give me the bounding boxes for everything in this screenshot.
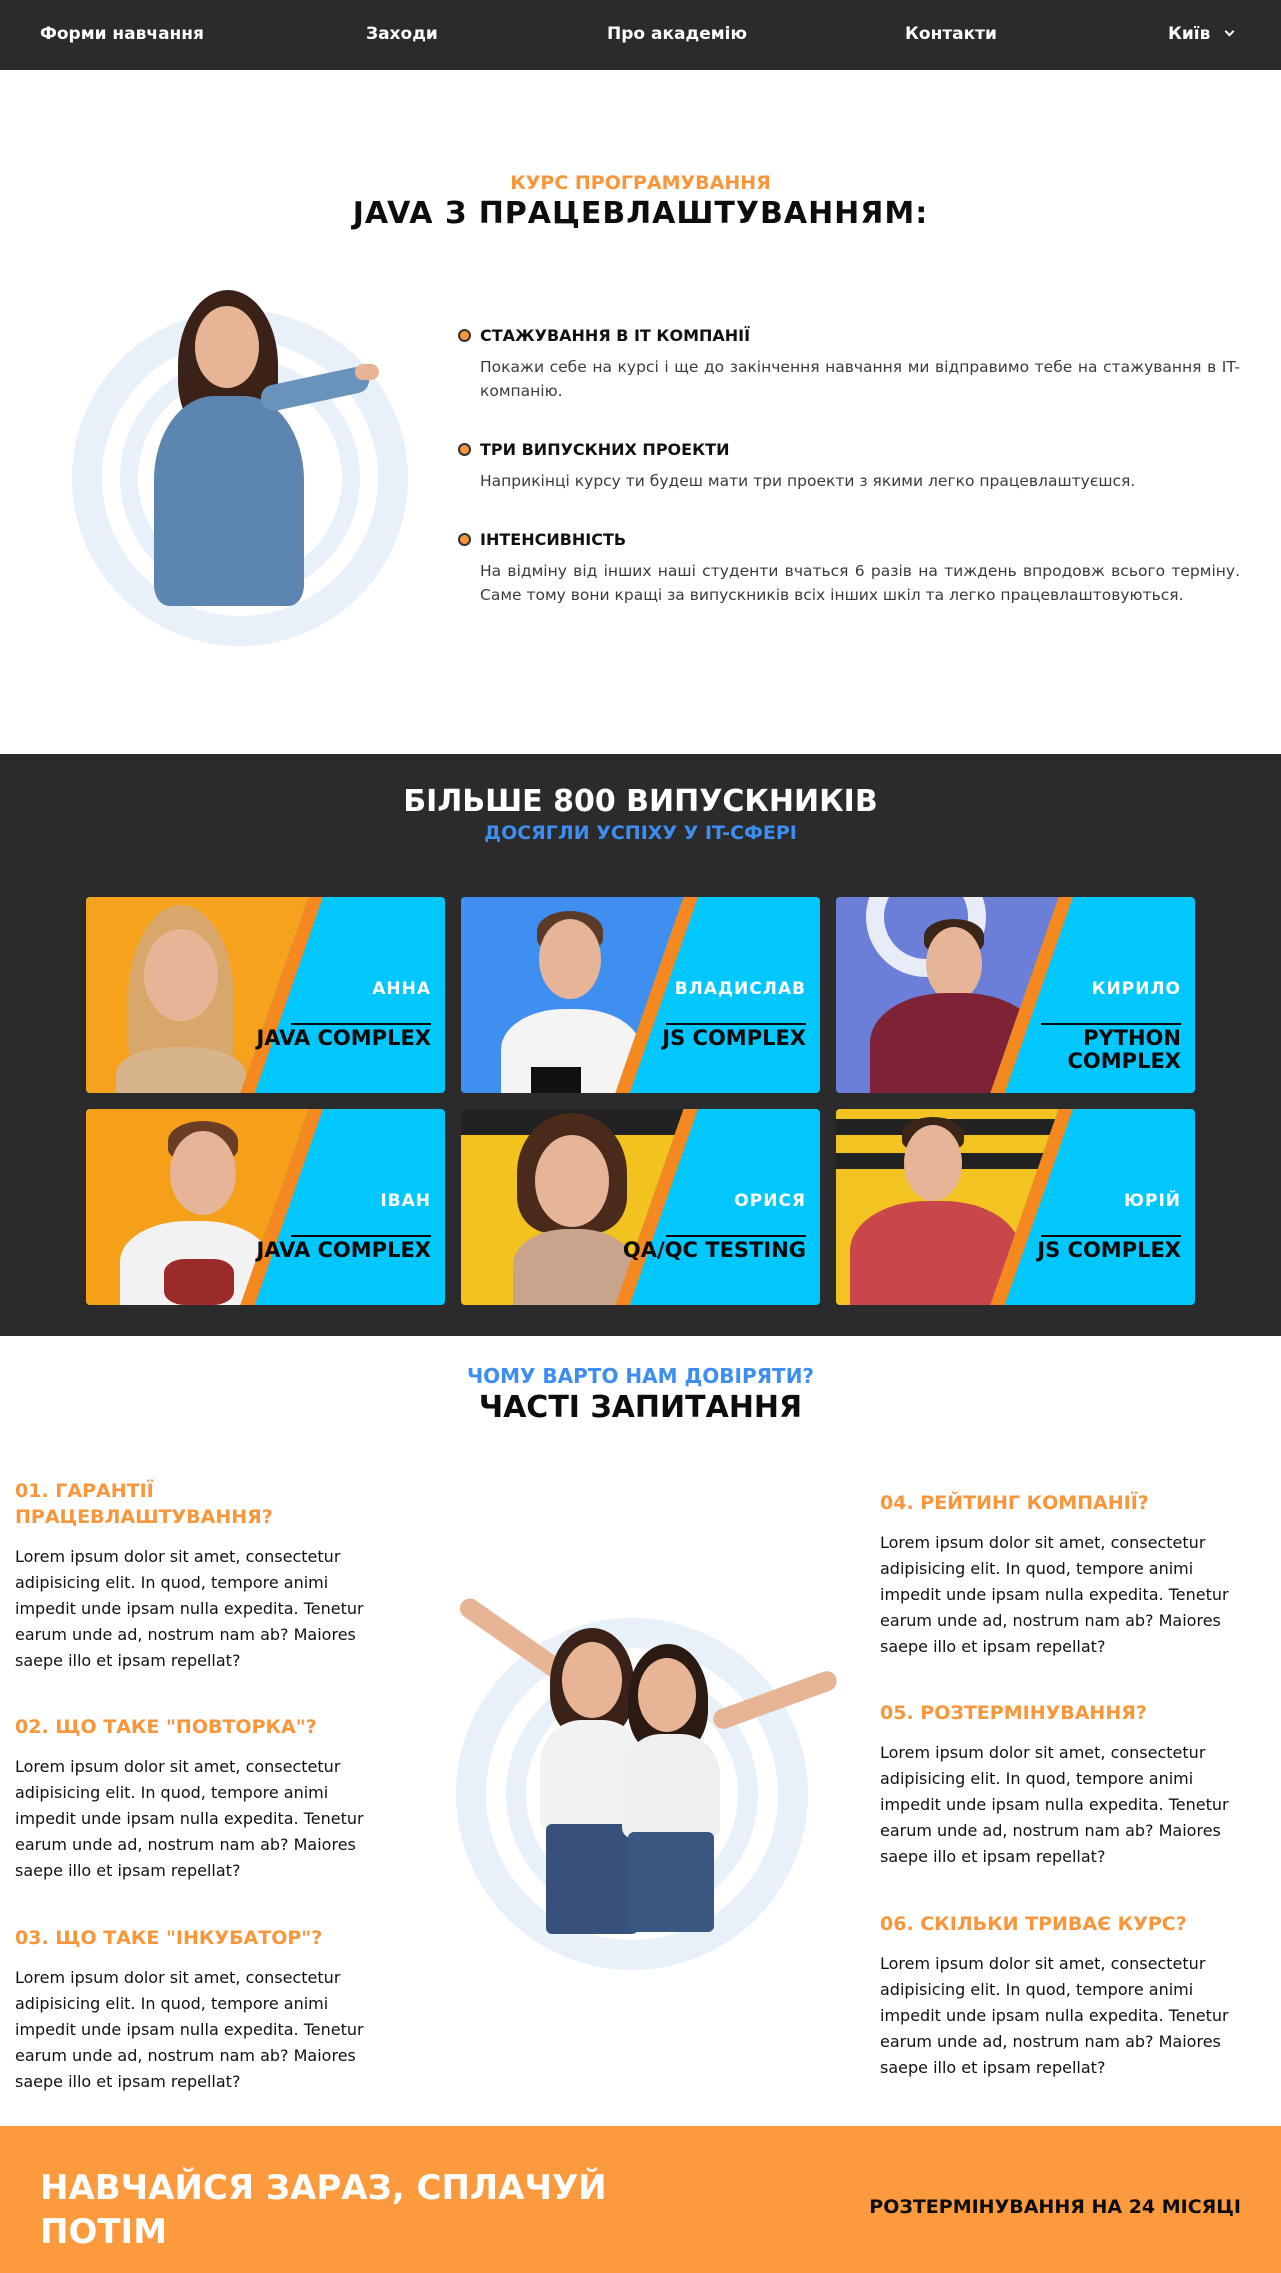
faq-question: 02. ЩО ТАКЕ "ПОВТОРКА"? [15, 1716, 317, 1738]
graduate-name: ОРИСЯ [734, 1191, 806, 1211]
feature-title: ТРИ ВИПУСКНИХ ПРОЕКТИ [480, 440, 730, 459]
city-label: Київ [1168, 24, 1211, 44]
faq-title: ЧАСТІ ЗАПИТАННЯ [478, 1390, 803, 1425]
banner-title: НАВЧАЙСЯ ЗАРАЗ, СПЛАЧУЙ ПОТІМ [40, 2168, 607, 2252]
installment-label: РОЗТЕРМІНУВАННЯ НА 24 МІСЯЦІ [869, 2196, 1241, 2218]
feature-text: Покажи себе на курсі і ще до закінчення … [480, 358, 1240, 400]
feature-title: СТАЖУВАННЯ В IT КОМПАНІЇ [480, 326, 751, 345]
faq-question: 06. СКІЛЬКИ ТРИВАЄ КУРС? [880, 1913, 1187, 1935]
nav-item-forms[interactable]: Форми навчання [40, 24, 204, 44]
graduates-section: БІЛЬШЕ 800 ВИПУСКНИКІВ ДОСЯГЛИ УСПІХУ У … [0, 754, 1281, 1336]
divider [666, 1235, 806, 1237]
faq-item: 01. ГАРАНТІЇ ПРАЦЕВЛАШТУВАННЯ? Lorem ips… [15, 1478, 385, 1674]
faq-item: 04. РЕЙТИНГ КОМПАНІЇ? Lorem ipsum dolor … [880, 1490, 1250, 1660]
divider [291, 1023, 431, 1025]
feature-internship: СТАЖУВАННЯ В IT КОМПАНІЇ Покажи себе на … [458, 326, 1240, 403]
feature-intensity: ІНТЕНСИВНІСТЬ На відміну від інших наші … [458, 530, 1240, 607]
faq-item: 02. ЩО ТАКЕ "ПОВТОРКА"? Lorem ipsum dolo… [15, 1714, 385, 1884]
faq-question: 04. РЕЙТИНГ КОМПАНІЇ? [880, 1492, 1149, 1514]
divider [1041, 1235, 1181, 1237]
cta-banner: НАВЧАЙСЯ ЗАРАЗ, СПЛАЧУЙ ПОТІМ РОЗТЕРМІНУ… [0, 2126, 1281, 2273]
graduate-course: JAVA COMPLEX [256, 1026, 431, 1050]
graduate-card[interactable]: ОРИСЯ QA/QC TESTING [461, 1109, 820, 1305]
faq-answer: Lorem ipsum dolor sit amet, consectetur … [880, 1743, 1229, 1866]
graduate-name: АННА [372, 979, 431, 999]
graduate-name: КИРИЛО [1091, 979, 1181, 999]
faq-answer: Lorem ipsum dolor sit amet, consectetur … [15, 1757, 364, 1880]
faq-answer: Lorem ipsum dolor sit amet, consectetur … [15, 1547, 364, 1670]
faq-answer: Lorem ipsum dolor sit amet, consectetur … [15, 1968, 364, 2091]
faq-item: 05. РОЗТЕРМІНУВАННЯ? Lorem ipsum dolor s… [880, 1700, 1250, 1870]
graduate-course: JAVA COMPLEX [256, 1238, 431, 1262]
students-photo [440, 1594, 840, 1940]
graduate-card[interactable]: ІВАН JAVA COMPLEX [86, 1109, 445, 1305]
graduate-name: ІВАН [380, 1191, 431, 1211]
student-photo [150, 286, 380, 616]
faq-item: 03. ЩО ТАКЕ "ІНКУБАТОР"? Lorem ipsum dol… [15, 1925, 385, 2095]
nav-item-about[interactable]: Про академію [607, 24, 747, 44]
graduate-course: PYTHON COMPLEX [1067, 1026, 1181, 1073]
faq-answer: Lorem ipsum dolor sit amet, consectetur … [880, 1533, 1229, 1656]
graduate-course: JS COMPLEX [662, 1026, 806, 1050]
faq-question: 01. ГАРАНТІЇ ПРАЦЕВЛАШТУВАННЯ? [15, 1480, 273, 1528]
course-subtitle: КУРС ПРОГРАМУВАННЯ [510, 172, 771, 194]
feature-title: ІНТЕНСИВНІСТЬ [480, 530, 627, 549]
top-nav: Форми навчання Заходи Про академію Конта… [0, 0, 1281, 70]
chevron-down-icon [1224, 26, 1235, 37]
bullet-icon [458, 533, 471, 546]
bullet-icon [458, 443, 471, 456]
graduate-card[interactable]: КИРИЛО PYTHON COMPLEX [836, 897, 1195, 1093]
graduates-subtitle: ДОСЯГЛИ УСПІХУ У IT-СФЕРІ [484, 822, 797, 844]
graduate-course: QA/QC TESTING [622, 1238, 806, 1262]
graduate-name: ВЛАДИСЛАВ [674, 979, 806, 999]
nav-item-events[interactable]: Заходи [366, 24, 438, 44]
divider [666, 1023, 806, 1025]
divider [1041, 1023, 1181, 1025]
faq-question: 03. ЩО ТАКЕ "ІНКУБАТОР"? [15, 1927, 323, 1949]
graduates-title: БІЛЬШЕ 800 ВИПУСКНИКІВ [403, 784, 878, 819]
course-title: JAVA З ПРАЦЕВЛАШТУВАННЯМ: [352, 196, 929, 231]
graduate-name: ЮРІЙ [1124, 1191, 1181, 1211]
feature-projects: ТРИ ВИПУСКНИХ ПРОЕКТИ Наприкінці курсу т… [458, 440, 1240, 493]
feature-text: Наприкінці курсу ти будеш мати три проек… [480, 472, 1136, 490]
faq-answer: Lorem ipsum dolor sit amet, consectetur … [880, 1954, 1229, 2077]
feature-text: На відміну від інших наші студенти вчать… [480, 562, 1240, 604]
city-select[interactable]: Київ [1168, 24, 1235, 44]
graduate-card[interactable]: ЮРІЙ JS COMPLEX [836, 1109, 1195, 1305]
bullet-icon [458, 329, 471, 342]
faq-subtitle: ЧОМУ ВАРТО НАМ ДОВІРЯТИ? [466, 1364, 815, 1388]
divider [291, 1235, 431, 1237]
graduate-card[interactable]: ВЛАДИСЛАВ JS COMPLEX [461, 897, 820, 1093]
graduate-course: JS COMPLEX [1037, 1238, 1181, 1262]
faq-item: 06. СКІЛЬКИ ТРИВАЄ КУРС? Lorem ipsum dol… [880, 1911, 1250, 2081]
graduate-card[interactable]: АННА JAVA COMPLEX [86, 897, 445, 1093]
nav-item-contacts[interactable]: Контакти [905, 24, 997, 44]
faq-question: 05. РОЗТЕРМІНУВАННЯ? [880, 1702, 1147, 1724]
